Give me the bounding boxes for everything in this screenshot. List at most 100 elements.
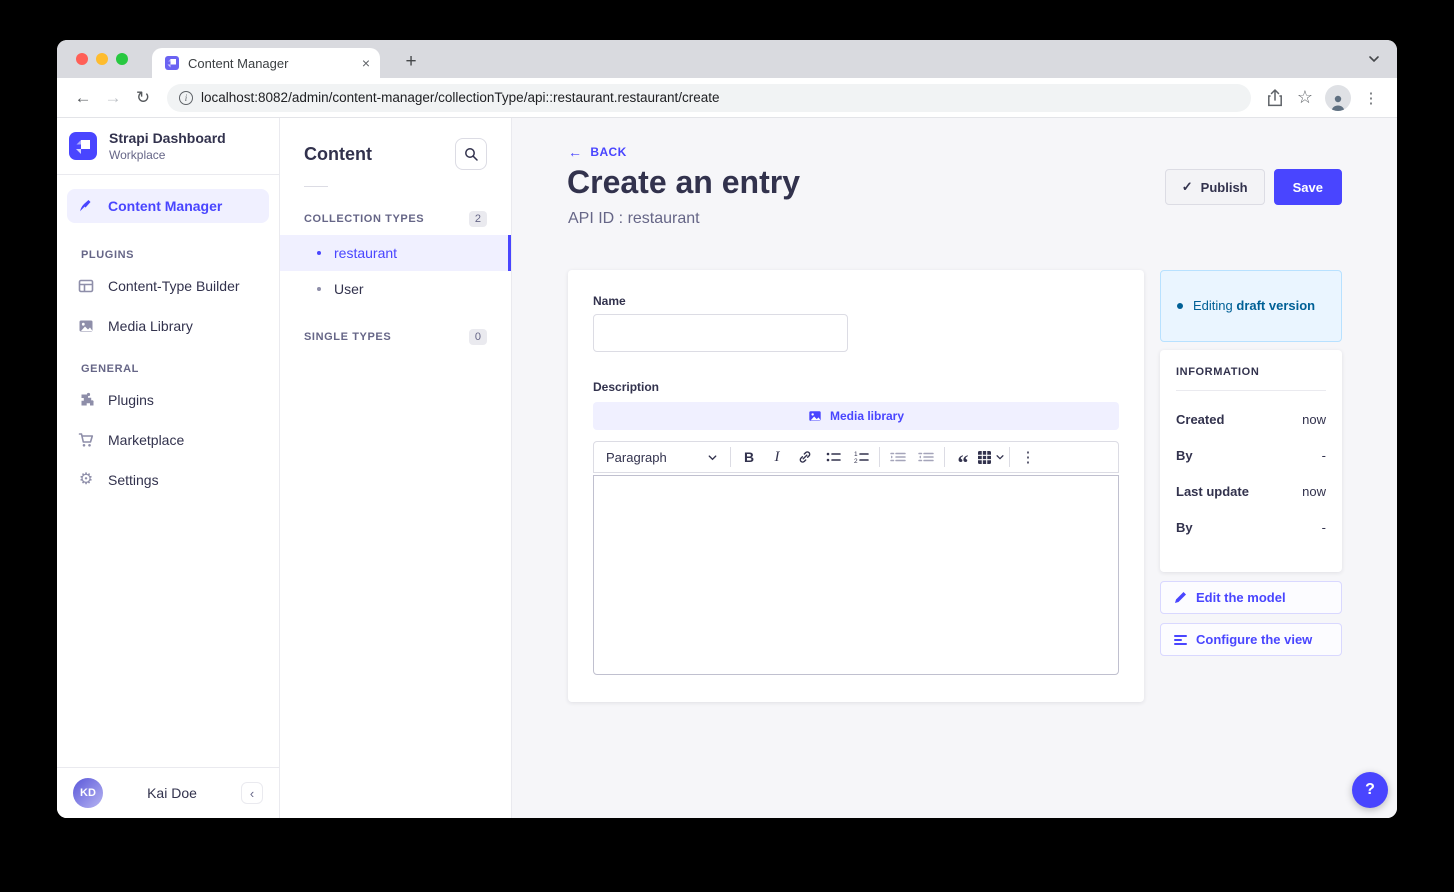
sidebar-item-label: Marketplace [108,432,184,448]
help-button[interactable]: ? [1352,772,1388,808]
block-style-select[interactable]: Paragraph [598,444,726,470]
back-link[interactable]: ← BACK [568,144,627,160]
numbered-list-button[interactable]: 12 [847,444,875,470]
sidebar-item-content-type-builder[interactable]: Content-Type Builder [67,269,269,303]
api-id-subtitle: API ID : restaurant [568,210,700,228]
sidebar-item-label: Settings [108,472,159,488]
workspace-title: Strapi Dashboard [109,130,226,148]
svg-text:1: 1 [854,451,858,458]
browser-tab[interactable]: Content Manager × [152,48,380,78]
strapi-logo-icon [69,132,97,160]
strapi-favicon-icon [164,55,180,71]
minimize-window-button[interactable] [96,53,108,65]
rich-text-editor-area[interactable] [593,475,1119,675]
url-text: localhost:8082/admin/content-manager/col… [201,90,720,105]
bulleted-list-icon [826,450,841,464]
sidebar-item-label: Plugins [108,392,154,408]
user-avatar[interactable]: KD [73,778,103,808]
more-options-kebab-icon[interactable]: ⋮ [1014,444,1042,470]
editor-toolbar: Paragraph B I 12 [593,441,1119,473]
name-input[interactable] [593,314,848,352]
sidebar-item-settings[interactable]: ⚙ Settings [67,463,269,497]
browser-menu-kebab-icon[interactable]: ⋮ [1357,84,1385,112]
content-manager-feather-icon [77,198,95,214]
indent-icon [890,450,906,464]
zoom-window-button[interactable] [116,53,128,65]
configure-view-button[interactable]: Configure the view [1160,623,1342,656]
name-field-label: Name [593,294,1119,308]
workspace-brand[interactable]: Strapi Dashboard Workplace [57,118,279,174]
single-types-count-badge: 0 [469,329,487,345]
sidebar-footer: KD Kai Doe ‹ [57,767,279,818]
main-content: ← BACK Create an entry API ID : restaura… [512,118,1397,818]
search-button[interactable] [455,138,487,170]
tab-close-icon[interactable]: × [362,55,370,71]
edit-model-button[interactable]: Edit the model [1160,581,1342,614]
svg-text:2: 2 [854,458,858,464]
indent-button[interactable] [884,444,912,470]
share-icon[interactable] [1261,84,1289,112]
entry-form-card: Name Description Media library Paragraph… [568,270,1144,702]
info-row-updated-by: By- [1176,520,1326,535]
bulleted-list-button[interactable] [819,444,847,470]
italic-button[interactable]: I [763,444,791,470]
table-button[interactable] [977,444,1005,470]
bullet-icon [317,251,321,255]
sidebar-item-marketplace[interactable]: Marketplace [67,423,269,457]
description-field-label: Description [593,380,1119,394]
toolbar-separator [1009,447,1010,467]
blockquote-button[interactable]: “ [949,444,977,470]
publish-label: Publish [1201,180,1248,195]
bold-button[interactable]: B [735,444,763,470]
subnav-divider [304,186,328,187]
url-bar: ← → ↻ i localhost:8082/admin/content-man… [57,78,1397,118]
browser-reload-icon[interactable]: ↻ [129,84,157,112]
puzzle-icon [77,392,95,408]
sidebar-item-plugins[interactable]: Plugins [67,383,269,417]
browser-window: Content Manager × + ← → ↻ i localhost:80… [57,40,1397,818]
outdent-button[interactable] [912,444,940,470]
information-divider [1176,390,1326,391]
draft-version-emphasis: draft version [1236,298,1315,313]
information-title: INFORMATION [1176,366,1326,378]
bullet-icon [317,287,321,291]
single-types-label: SINGLE TYPES [304,331,391,343]
collapse-sidebar-button[interactable]: ‹ [241,782,263,804]
editing-status-text: Editing draft version [1193,297,1315,316]
sidebar-item-content-manager[interactable]: Content Manager [67,189,269,223]
search-icon [464,147,478,161]
window-controls [76,53,128,65]
back-label: BACK [590,145,626,159]
link-button[interactable] [791,444,819,470]
tab-search-chevron-icon[interactable] [1367,52,1381,66]
sidebar-section-general: GENERAL [57,343,279,377]
subnav-item-user[interactable]: User [280,271,511,307]
pencil-icon [1174,591,1187,604]
chevron-down-icon [995,452,1005,462]
media-library-button[interactable]: Media library [593,402,1119,430]
sidebar-item-media-library[interactable]: Media Library [67,309,269,343]
browser-forward-icon[interactable]: → [99,84,127,112]
subnav-item-label: User [334,281,364,297]
save-button[interactable]: Save [1274,169,1342,205]
publish-button[interactable]: ✓ Publish [1165,169,1265,205]
strapi-app: Strapi Dashboard Workplace Content Manag… [57,118,1397,818]
close-window-button[interactable] [76,53,88,65]
browser-back-icon[interactable]: ← [69,84,97,112]
cart-icon [77,432,95,448]
edit-model-label: Edit the model [1196,590,1286,605]
toolbar-separator [730,447,731,467]
media-image-icon [77,318,95,334]
layout-icon [77,278,95,294]
new-tab-button[interactable]: + [397,48,425,76]
browser-profile-avatar[interactable] [1325,85,1351,111]
bookmark-star-icon[interactable]: ☆ [1291,84,1319,112]
address-input[interactable]: i localhost:8082/admin/content-manager/c… [167,84,1251,112]
subnav-item-restaurant[interactable]: restaurant [280,235,511,271]
content-subnav: Content COLLECTION TYPES 2 restaurant Us… [280,118,512,818]
sidebar-item-label: Content-Type Builder [108,278,240,294]
site-info-icon[interactable]: i [179,91,193,105]
subnav-item-label: restaurant [334,245,397,261]
link-icon [798,450,812,464]
draft-status-dot-icon [1177,303,1183,309]
